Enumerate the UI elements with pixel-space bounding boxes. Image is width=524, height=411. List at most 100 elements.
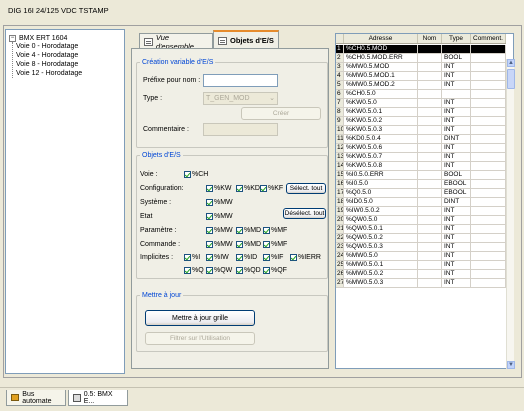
cell-type[interactable]: INT: [442, 144, 471, 152]
cell-address[interactable]: %KW0.5.0: [344, 99, 418, 107]
checkbox-box[interactable]: [206, 185, 213, 192]
cell-name[interactable]: [418, 45, 442, 53]
checkbox-box[interactable]: [184, 171, 191, 178]
checkbox-implicit-qf[interactable]: %QF: [263, 267, 287, 274]
cell-type[interactable]: EBOOL: [442, 189, 471, 197]
tree-item-voie-8[interactable]: Voie 8 - Horodatage: [16, 60, 78, 69]
cell-comment[interactable]: [471, 135, 506, 143]
cell-address[interactable]: %KW0.5.0.8: [344, 162, 418, 170]
cell-comment[interactable]: [471, 99, 506, 107]
cell-type[interactable]: [442, 45, 471, 53]
checkbox-state-mw[interactable]: %MW: [206, 213, 233, 220]
cell-name[interactable]: [418, 252, 442, 260]
cell-address[interactable]: %QW0.5.0.1: [344, 225, 418, 233]
cell-address[interactable]: %IW0.5.0.2: [344, 207, 418, 215]
checkbox-implicit-qd[interactable]: %QD: [236, 267, 261, 274]
cell-address[interactable]: %KD0.5.0.4: [344, 135, 418, 143]
cell-type[interactable]: BOOL: [442, 54, 471, 62]
column-header-type[interactable]: Type: [442, 34, 471, 43]
checkbox-implicit-id[interactable]: %ID: [236, 254, 257, 261]
cell-name[interactable]: [418, 189, 442, 197]
cell-address[interactable]: %KW0.5.0.3: [344, 126, 418, 134]
checkbox-config-kf[interactable]: %KF: [260, 185, 283, 192]
scroll-down-icon[interactable]: ▼: [507, 361, 515, 369]
table-row[interactable]: 27 %MW0.5.0.3 INT: [336, 279, 506, 288]
cell-address[interactable]: %QW0.5.0: [344, 216, 418, 224]
cell-type[interactable]: INT: [442, 261, 471, 269]
cell-type[interactable]: DINT: [442, 135, 471, 143]
cell-address[interactable]: %MW0.5.MOD.1: [344, 72, 418, 80]
type-select[interactable]: T_GEN_MOD ⌄: [203, 92, 278, 105]
cell-address[interactable]: %I0.5.0: [344, 180, 418, 188]
cell-type[interactable]: INT: [442, 279, 471, 287]
cell-name[interactable]: [418, 279, 442, 287]
cell-name[interactable]: [418, 99, 442, 107]
prefix-input[interactable]: [203, 74, 278, 87]
cell-name[interactable]: [418, 216, 442, 224]
table-row[interactable]: 18 %ID0.5.0 DINT: [336, 198, 506, 207]
cell-address[interactable]: %MW0.5.MOD: [344, 63, 418, 71]
cell-address[interactable]: %MW0.5.MOD.2: [344, 81, 418, 89]
table-row[interactable]: 6 %CH0.5.0: [336, 90, 506, 99]
cell-address[interactable]: %KW0.5.0.7: [344, 153, 418, 161]
checkbox-box[interactable]: [236, 241, 243, 248]
table-row[interactable]: 8 %KW0.5.0.1 INT: [336, 108, 506, 117]
cell-comment[interactable]: [471, 189, 506, 197]
checkbox-box[interactable]: [206, 213, 213, 220]
cell-address[interactable]: %MW0.5.0.2: [344, 270, 418, 278]
checkbox-command-mw[interactable]: %MW: [206, 241, 233, 248]
table-row[interactable]: 4 %MW0.5.MOD.1 INT: [336, 72, 506, 81]
cell-name[interactable]: [418, 144, 442, 152]
table-row[interactable]: 3 %MW0.5.MOD INT: [336, 63, 506, 72]
cell-comment[interactable]: [471, 216, 506, 224]
cell-name[interactable]: [418, 135, 442, 143]
cell-comment[interactable]: [471, 198, 506, 206]
checkbox-box[interactable]: [263, 267, 270, 274]
cell-comment[interactable]: [471, 225, 506, 233]
deselect-all-button[interactable]: Désélect. tout: [283, 208, 326, 219]
checkbox-box[interactable]: [263, 254, 270, 261]
checkbox-box[interactable]: [206, 241, 213, 248]
cell-address[interactable]: %Q0.5.0: [344, 189, 418, 197]
cell-comment[interactable]: [471, 108, 506, 116]
cell-comment[interactable]: [471, 207, 506, 215]
cell-comment[interactable]: [471, 234, 506, 242]
cell-address[interactable]: %KW0.5.0.1: [344, 108, 418, 116]
checkbox-implicit-q[interactable]: %Q: [184, 267, 204, 274]
cell-name[interactable]: [418, 90, 442, 98]
tab-overview[interactable]: Vue d'ensemble: [139, 33, 213, 51]
update-grid-button[interactable]: Mettre à jour grille: [145, 310, 255, 326]
table-row[interactable]: 14 %KW0.5.0.8 INT: [336, 162, 506, 171]
checkbox-implicit-qw[interactable]: %QW: [206, 267, 232, 274]
cell-name[interactable]: [418, 81, 442, 89]
table-row[interactable]: 1 %CH0.5.MOD: [336, 45, 506, 54]
checkbox-implicit-i[interactable]: %I: [184, 254, 200, 261]
cell-type[interactable]: INT: [442, 117, 471, 125]
cell-comment[interactable]: [471, 45, 506, 53]
cell-comment[interactable]: [471, 279, 506, 287]
cell-comment[interactable]: [471, 243, 506, 251]
cell-type[interactable]: INT: [442, 162, 471, 170]
table-row[interactable]: 23 %QW0.5.0.3 INT: [336, 243, 506, 252]
table-row[interactable]: 2 %CH0.5.MOD.ERR BOOL: [336, 54, 506, 63]
cell-name[interactable]: [418, 72, 442, 80]
cell-name[interactable]: [418, 63, 442, 71]
column-header-comment[interactable]: Comment.: [471, 34, 506, 43]
column-header-name[interactable]: Nom: [418, 34, 442, 43]
checkbox-box[interactable]: [206, 227, 213, 234]
cell-type[interactable]: INT: [442, 216, 471, 224]
cell-type[interactable]: INT: [442, 81, 471, 89]
checkbox-box[interactable]: [184, 267, 191, 274]
cell-address[interactable]: %QW0.5.0.2: [344, 234, 418, 242]
checkbox-box[interactable]: [263, 227, 270, 234]
checkbox-box[interactable]: [236, 254, 243, 261]
cell-address[interactable]: %MW0.5.0.1: [344, 261, 418, 269]
cell-comment[interactable]: [471, 252, 506, 260]
table-row[interactable]: 21 %QW0.5.0.1 INT: [336, 225, 506, 234]
scroll-up-icon[interactable]: ▲: [507, 59, 515, 67]
cell-name[interactable]: [418, 198, 442, 206]
checkbox-box[interactable]: [206, 267, 213, 274]
cell-comment[interactable]: [471, 72, 506, 80]
cell-type[interactable]: INT: [442, 153, 471, 161]
tree-item-voie-4[interactable]: Voie 4 - Horodatage: [16, 51, 78, 60]
